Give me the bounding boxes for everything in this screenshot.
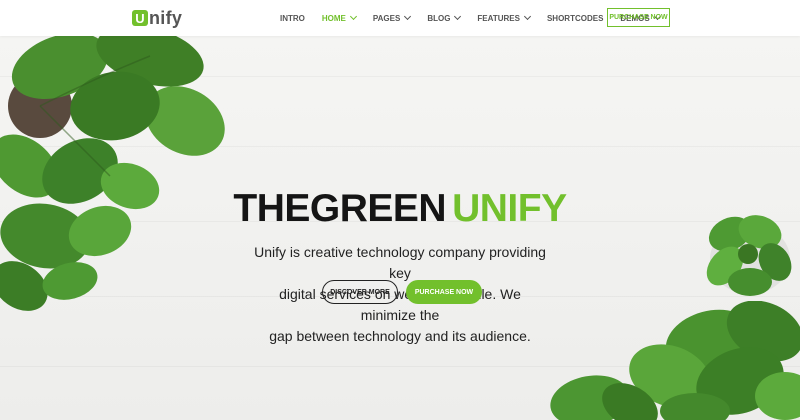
hero-title-part1: THEGREEN [233, 187, 447, 230]
chevron-down-icon [349, 12, 357, 21]
hero-subtitle-line: digital services on web and mobile. We m… [279, 286, 521, 323]
nav-item-home[interactable]: HOME [321, 12, 357, 23]
plant-left-decoration [0, 36, 225, 311]
top-navbar: U nify INTRO HOME PAGES BLOG FEATURES SH… [0, 0, 800, 36]
nav-item-label: FEATURES [477, 13, 520, 23]
nav-item-label: INTRO [280, 13, 305, 23]
plant-right-bottom-decoration [550, 301, 800, 420]
hero-section: THEGREEN UNIFY Unify is creative technolo… [0, 36, 800, 420]
purchase-now-nav-button[interactable]: PURCHASE NOW [607, 8, 670, 27]
discover-more-button[interactable]: DISCOVER MORE [322, 280, 398, 304]
logo-badge: U [132, 10, 148, 26]
plant-right-small-decoration [706, 215, 792, 296]
purchase-now-hero-button[interactable]: PURCHASE NOW [406, 280, 482, 304]
chevron-down-icon [404, 12, 412, 21]
nav-item-shortcodes[interactable]: SHORTCODES [547, 14, 603, 23]
nav-item-features[interactable]: FEATURES [477, 12, 531, 23]
logo-text: nify [149, 7, 183, 28]
nav-item-label: SHORTCODES [546, 13, 604, 23]
hero-subtitle: Unify is creative technology company pro… [250, 242, 550, 347]
logo[interactable]: U nify [132, 8, 182, 28]
nav-item-blog[interactable]: BLOG [427, 12, 462, 23]
nav-item-pages[interactable]: PAGES [372, 12, 412, 23]
nav-item-label: HOME [321, 13, 346, 23]
chevron-down-icon [523, 12, 531, 21]
nav-item-label: BLOG [427, 13, 451, 23]
hero-subtitle-line: Unify is creative technology company pro… [254, 244, 546, 281]
hero-subtitle-line: gap between technology and its audience. [269, 328, 531, 344]
hero-title-part2: UNIFY [452, 187, 567, 230]
nav-item-label: PAGES [372, 13, 401, 23]
chevron-down-icon [454, 12, 462, 21]
nav-item-intro[interactable]: INTRO [280, 14, 305, 23]
